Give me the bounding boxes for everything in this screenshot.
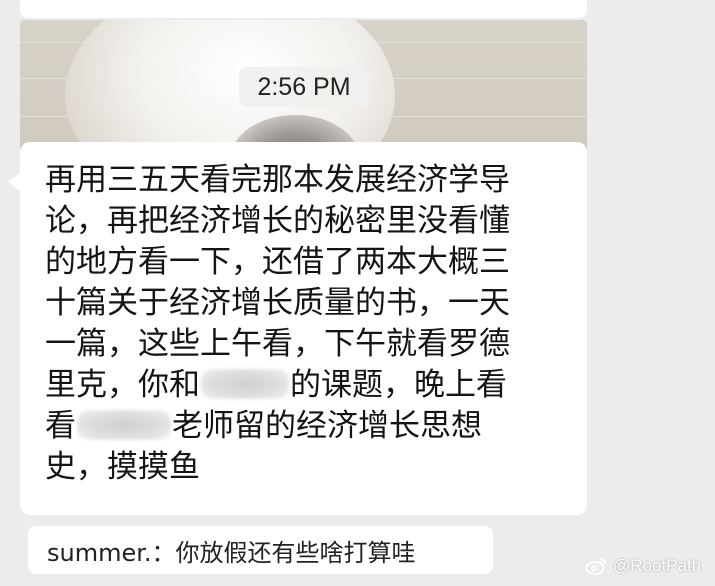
message-text: 里克，你和 [45,367,200,403]
weibo-icon [585,558,606,575]
quoted-reply[interactable]: summer.：你放假还有些啥打算哇 [28,526,493,574]
message-line: 论，再把经济增长的秘密里没看懂 [45,203,510,239]
message-line: 史，摸摸鱼 [45,449,200,485]
message-line: 看 老师留的经济增长思想 [45,406,567,447]
watermark-text: @RootPath [613,556,702,575]
message-text: 老师留的经济增长思想 [172,408,482,444]
message-line: 里克，你和 的课题，晚上看 [45,365,567,406]
message-line: 一篇，这些上午看，下午就看罗德 [45,326,510,362]
message-bubble[interactable]: 再用三五天看完那本发展经济学导 论，再把经济增长的秘密里没看懂 的地方看一下，还… [20,142,587,515]
watermark: @RootPath [585,556,701,576]
message-line: 十篇关于经济增长质量的书，一天 [45,285,510,321]
redacted-blur [201,369,289,399]
redacted-blur [77,410,171,440]
message-line: 的地方看一下，还借了两本大概三 [45,244,510,280]
previous-message-bubble[interactable] [20,0,587,18]
message-text: 看 [45,408,76,444]
message-text: 的课题，晚上看 [290,367,507,403]
message-line: 再用三五天看完那本发展经济学导 [45,162,510,198]
timestamp-badge: 2:56 PM [239,67,369,107]
